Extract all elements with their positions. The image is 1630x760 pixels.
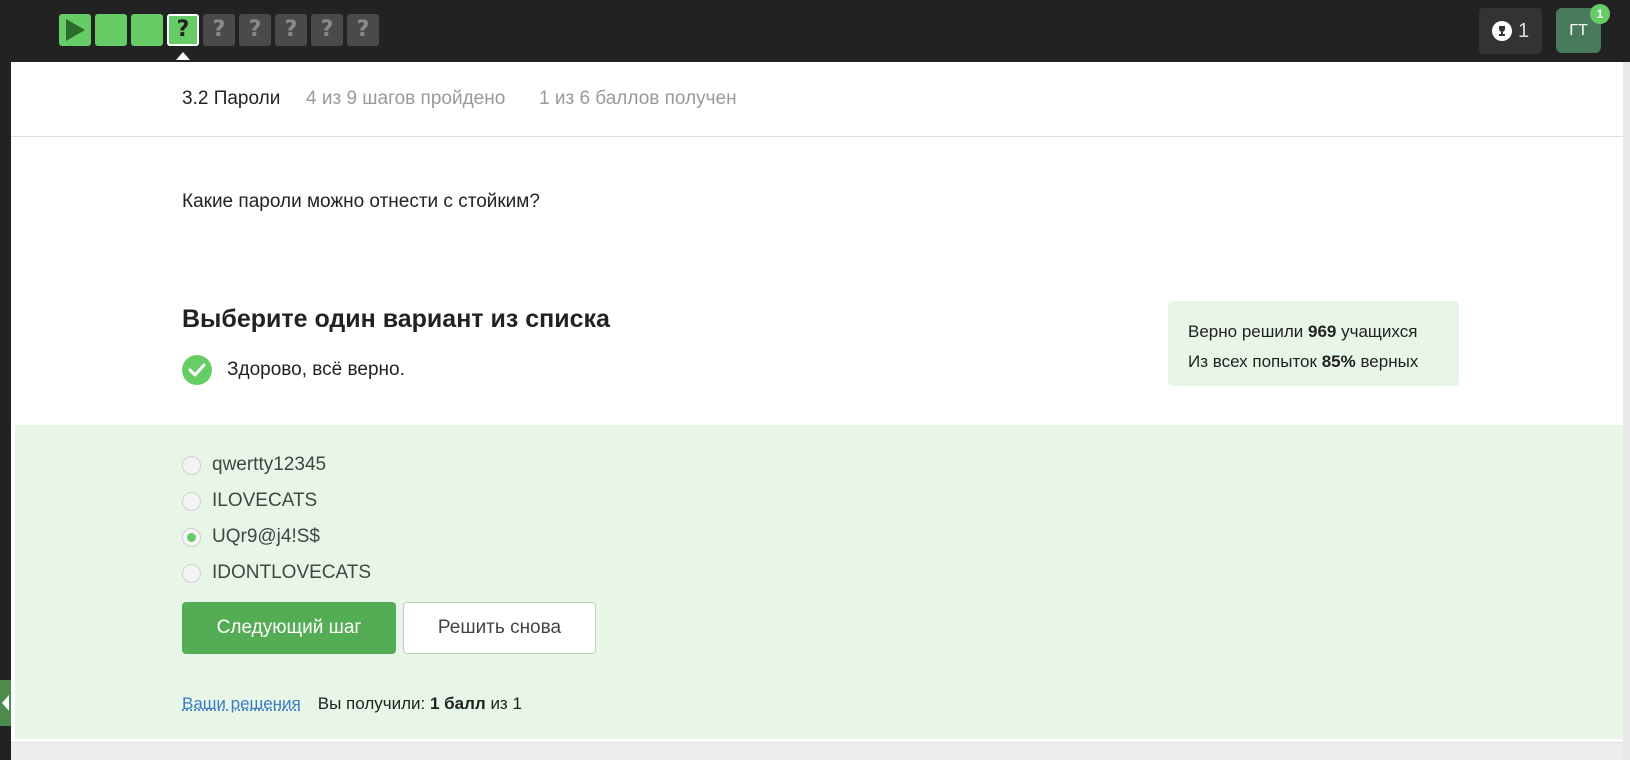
option-3[interactable]: UQr9@j4!S$ — [182, 519, 371, 555]
stats-solved-prefix: Верно решили — [1188, 322, 1304, 341]
step-7[interactable]: ? — [275, 14, 307, 46]
score-prefix: Вы получили: — [317, 694, 426, 713]
option-1[interactable]: qwertty12345 — [182, 447, 371, 483]
step-5[interactable]: ? — [203, 14, 235, 46]
instruction-heading: Выберите один вариант из списка — [182, 305, 610, 333]
left-sidebar-edge — [0, 62, 11, 760]
radio-button[interactable] — [182, 455, 201, 475]
next-step-button[interactable]: Следующий шаг — [182, 602, 396, 654]
option-label: qwertty12345 — [212, 454, 327, 475]
step-8[interactable]: ? — [311, 14, 343, 46]
question-icon: ? — [320, 17, 334, 42]
collapse-sidebar-toggle[interactable] — [0, 680, 11, 726]
question-icon: ? — [356, 17, 370, 42]
score-suffix: из 1 — [490, 694, 522, 713]
lesson-steps-progress: 4 из 9 шагов пройдено — [306, 88, 506, 109]
step-1[interactable] — [59, 14, 91, 46]
stats-attempts: Из всех попыток 85% верных — [1188, 347, 1439, 377]
bottom-divider — [11, 742, 1623, 760]
score-value: 1 балл — [429, 694, 486, 713]
stats-solved: Верно решили 969 учащихся — [1188, 317, 1439, 347]
step-9[interactable]: ? — [347, 14, 379, 46]
radio-button-selected[interactable] — [182, 527, 201, 547]
question-icon: ? — [176, 17, 190, 42]
stats-attempts-percent: 85% — [1321, 352, 1356, 371]
top-bar: ? ? ? ? ? ? 1 ГТ 1 — [0, 0, 1630, 62]
stats-box: Верно решили 969 учащихся Из всех попыто… — [1168, 301, 1459, 386]
trophy-icon — [1491, 21, 1512, 41]
step-2[interactable] — [95, 14, 127, 46]
step-4-current[interactable]: ? — [167, 14, 199, 60]
stats-solved-count: 969 — [1308, 322, 1337, 341]
stats-attempts-prefix: Из всех попыток — [1188, 352, 1317, 371]
play-icon — [66, 19, 85, 41]
question-icon: ? — [212, 17, 226, 42]
stats-attempts-suffix: верных — [1360, 352, 1419, 371]
radio-button[interactable] — [182, 563, 201, 583]
stats-solved-suffix: учащихся — [1341, 322, 1418, 341]
lesson-header: 3.2 Пароли 4 из 9 шагов пройдено 1 из 6 … — [11, 62, 1623, 137]
retry-button[interactable]: Решить снова — [403, 602, 596, 654]
notification-badge: 1 — [1590, 4, 1610, 24]
step-3[interactable] — [131, 14, 163, 46]
lesson-title: 3.2 Пароли — [182, 88, 281, 109]
step-6[interactable]: ? — [239, 14, 271, 46]
question-icon: ? — [248, 17, 262, 42]
lesson-points-progress: 1 из 6 баллов получен — [539, 88, 737, 109]
your-solutions-link[interactable]: Ваши решения — [182, 694, 301, 714]
scrollbar[interactable] — [1623, 62, 1630, 760]
option-label: UQr9@j4!S$ — [212, 526, 320, 547]
question-icon: ? — [284, 17, 298, 42]
options-list: qwertty12345 ILOVECATS UQr9@j4!S$ IDONTL… — [182, 447, 371, 591]
step-navigation: ? ? ? ? ? ? — [59, 14, 379, 60]
result-message: Здорово, всё верно. — [182, 355, 405, 385]
question-text: Какие пароли можно отнести с стойким? — [182, 191, 540, 212]
trophy-count: 1 — [1517, 19, 1530, 42]
result-text: Здорово, всё верно. — [227, 359, 405, 380]
option-label: ILOVECATS — [212, 490, 318, 511]
check-icon — [182, 355, 212, 385]
option-2[interactable]: ILOVECATS — [182, 483, 371, 519]
option-4[interactable]: IDONTLOVECATS — [182, 555, 371, 591]
achievements-button[interactable]: 1 — [1479, 8, 1542, 54]
score-row: Ваши решения Вы получили: 1 балл из 1 — [182, 694, 522, 714]
radio-button[interactable] — [182, 491, 201, 511]
option-label: IDONTLOVECATS — [212, 562, 372, 583]
score-summary: Вы получили: 1 балл из 1 — [318, 694, 522, 714]
